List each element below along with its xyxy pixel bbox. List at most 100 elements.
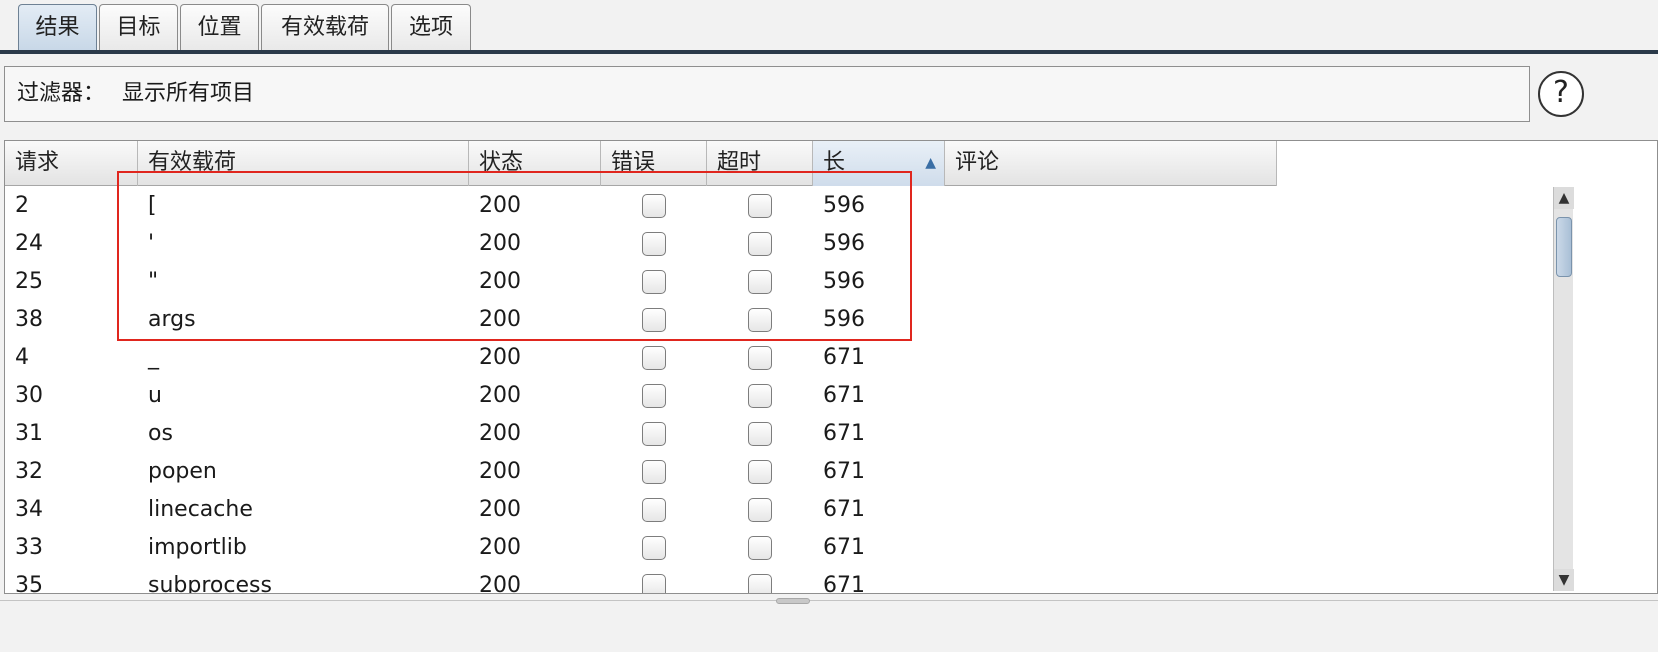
error-checkbox[interactable] <box>642 194 666 218</box>
column-header-timeout[interactable]: 超时 <box>707 141 813 186</box>
table-row[interactable]: 32 popen 200 671 <box>5 453 1277 491</box>
timeout-checkbox[interactable] <box>748 422 772 446</box>
cell-comment <box>945 225 1277 263</box>
cell-payload: ' <box>148 231 155 256</box>
column-header-comment[interactable]: 评论 <box>945 141 1277 186</box>
intruder-results-window: 结果 目标 位置 有效载荷 选项 过滤器： 显示所有项目 ? 请求 有效载荷 状… <box>0 0 1658 652</box>
cell-request: 33 <box>15 535 43 560</box>
column-header-request[interactable]: 请求 <box>5 141 138 186</box>
cell-length: 671 <box>823 459 865 484</box>
cell-payload: linecache <box>148 497 253 522</box>
table-row[interactable]: 2 [200 596 <box>5 187 1277 225</box>
cell-status: 200 <box>479 345 521 370</box>
tab-underline <box>0 50 1658 54</box>
scroll-thumb[interactable] <box>1556 217 1572 277</box>
cell-comment <box>945 567 1277 593</box>
cell-payload: _ <box>148 345 159 370</box>
cell-request: 24 <box>15 231 43 256</box>
error-checkbox[interactable] <box>642 574 666 593</box>
cell-length: 671 <box>823 573 865 594</box>
help-icon[interactable]: ? <box>1538 71 1584 117</box>
timeout-checkbox[interactable] <box>748 194 772 218</box>
cell-comment <box>945 377 1277 415</box>
column-header-error[interactable]: 错误 <box>601 141 707 186</box>
cell-comment <box>945 453 1277 491</box>
error-checkbox[interactable] <box>642 232 666 256</box>
cell-request: 2 <box>15 193 29 218</box>
column-header-length[interactable]: 长 ▲ <box>813 141 945 186</box>
cell-status: 200 <box>479 193 521 218</box>
scroll-down-icon[interactable]: ▼ <box>1554 569 1574 591</box>
error-checkbox[interactable] <box>642 308 666 332</box>
error-checkbox[interactable] <box>642 422 666 446</box>
cell-payload: args <box>148 307 196 332</box>
tab-options[interactable]: 选项 <box>391 4 471 52</box>
cell-length: 671 <box>823 535 865 560</box>
table-header: 请求 有效载荷 状态 错误 超时 长 ▲ 评论 <box>5 141 1277 186</box>
cell-status: 200 <box>479 307 521 332</box>
table-body: 2 [200 596 24 ' 200 596 25 " 200 596 38 args 200 596 4 _… <box>5 187 1277 594</box>
cell-length: 671 <box>823 345 865 370</box>
filter-bar[interactable]: 过滤器： 显示所有项目 <box>4 66 1530 122</box>
error-checkbox[interactable] <box>642 384 666 408</box>
timeout-checkbox[interactable] <box>748 460 772 484</box>
cell-status: 200 <box>479 383 521 408</box>
cell-status: 200 <box>479 497 521 522</box>
cell-comment <box>945 415 1277 453</box>
panel-splitter <box>0 600 1658 608</box>
cell-request: 32 <box>15 459 43 484</box>
cell-comment <box>945 187 1277 225</box>
table-row[interactable]: 25 " 200 596 <box>5 263 1277 301</box>
cell-status: 200 <box>479 459 521 484</box>
cell-payload: u <box>148 383 162 408</box>
error-checkbox[interactable] <box>642 498 666 522</box>
scroll-up-icon[interactable]: ▲ <box>1554 187 1574 209</box>
cell-length: 596 <box>823 269 865 294</box>
cell-length: 671 <box>823 383 865 408</box>
error-checkbox[interactable] <box>642 346 666 370</box>
tab-results[interactable]: 结果 <box>18 4 97 52</box>
timeout-checkbox[interactable] <box>748 232 772 256</box>
cell-status: 200 <box>479 231 521 256</box>
table-row[interactable]: 35 subprocess 200 671 <box>5 567 1277 594</box>
table-row[interactable]: 31 os 200 671 <box>5 415 1277 453</box>
cell-request: 30 <box>15 383 43 408</box>
cell-request: 38 <box>15 307 43 332</box>
timeout-checkbox[interactable] <box>748 346 772 370</box>
cell-comment <box>945 263 1277 301</box>
table-row[interactable]: 34 linecache 200 671 <box>5 491 1277 529</box>
tab-target[interactable]: 目标 <box>99 4 178 52</box>
timeout-checkbox[interactable] <box>748 574 772 593</box>
cell-payload: popen <box>148 459 217 484</box>
timeout-checkbox[interactable] <box>748 536 772 560</box>
timeout-checkbox[interactable] <box>748 308 772 332</box>
timeout-checkbox[interactable] <box>748 498 772 522</box>
cell-length: 671 <box>823 421 865 446</box>
error-checkbox[interactable] <box>642 536 666 560</box>
column-header-status[interactable]: 状态 <box>469 141 601 186</box>
tab-payloads[interactable]: 有效载荷 <box>261 4 389 52</box>
cell-status: 200 <box>479 269 521 294</box>
error-checkbox[interactable] <box>642 460 666 484</box>
cell-length: 596 <box>823 231 865 256</box>
cell-status: 200 <box>479 421 521 446</box>
table-row[interactable]: 30 u 200 671 <box>5 377 1277 415</box>
error-checkbox[interactable] <box>642 270 666 294</box>
table-row[interactable]: 4 _ 200 671 <box>5 339 1277 377</box>
tab-positions[interactable]: 位置 <box>180 4 259 52</box>
cell-comment <box>945 491 1277 529</box>
vertical-scrollbar[interactable]: ▲ ▼ <box>1553 187 1574 591</box>
timeout-checkbox[interactable] <box>748 384 772 408</box>
timeout-checkbox[interactable] <box>748 270 772 294</box>
column-header-payload[interactable]: 有效载荷 <box>138 141 469 186</box>
cell-length: 671 <box>823 497 865 522</box>
cell-comment <box>945 301 1277 339</box>
cell-request: 31 <box>15 421 43 446</box>
cell-request: 34 <box>15 497 43 522</box>
cell-payload: [ <box>148 193 157 218</box>
cell-comment <box>945 339 1277 377</box>
table-row[interactable]: 33 importlib 200 671 <box>5 529 1277 567</box>
splitter-grip[interactable] <box>776 598 810 604</box>
table-row[interactable]: 24 ' 200 596 <box>5 225 1277 263</box>
table-row[interactable]: 38 args 200 596 <box>5 301 1277 339</box>
